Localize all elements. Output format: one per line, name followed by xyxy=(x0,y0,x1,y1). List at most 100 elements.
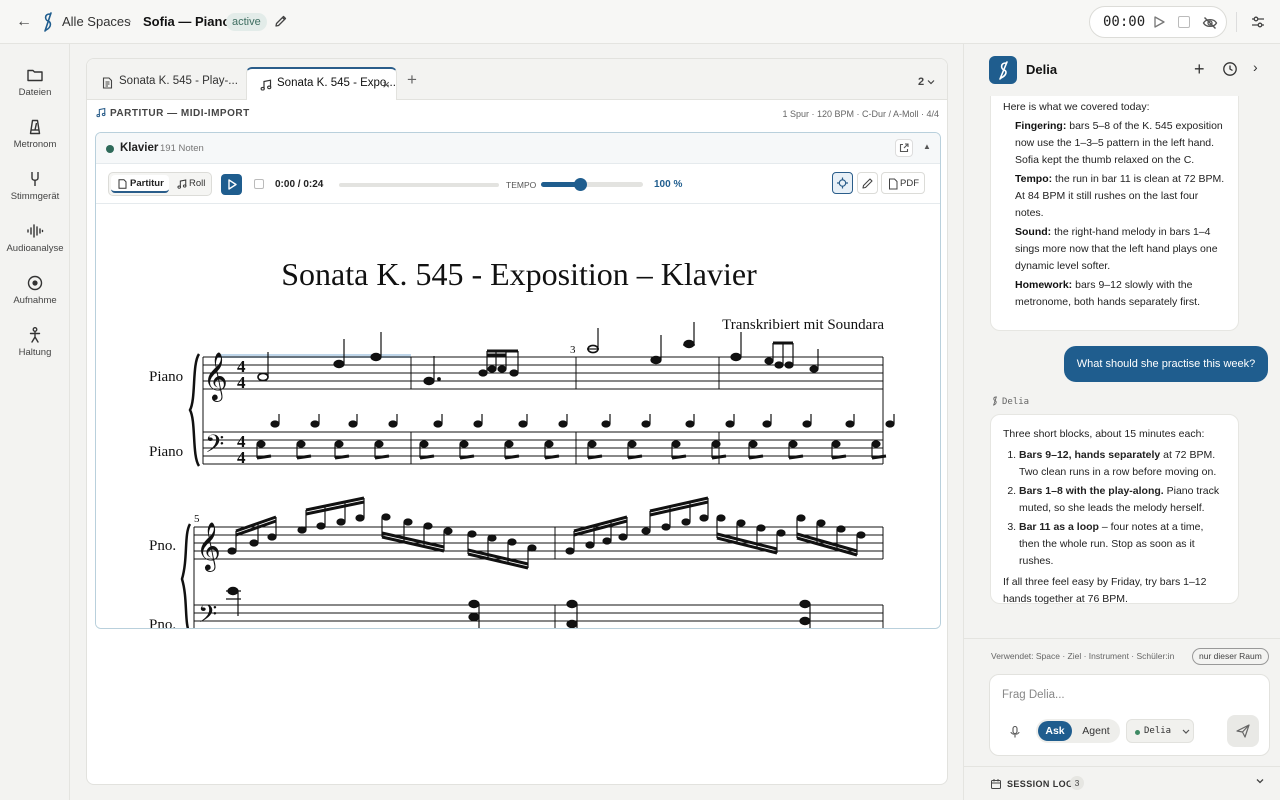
tempo-slider-handle[interactable] xyxy=(573,178,587,191)
send-icon xyxy=(1236,724,1250,738)
note-head xyxy=(487,534,497,542)
score-header: PARTITUR — MIDI-IMPORT xyxy=(96,107,250,119)
note-head xyxy=(699,514,709,522)
export-pdf-label: PDF xyxy=(900,178,919,189)
settings-sliders-icon[interactable] xyxy=(1249,13,1267,31)
note-head xyxy=(443,527,453,535)
folder-icon xyxy=(27,69,43,82)
note-head xyxy=(467,530,477,538)
summary-point: Homework: bars 9–12 slowly with the metr… xyxy=(1003,277,1226,311)
point-heading: Homework: xyxy=(1015,279,1073,291)
note-head xyxy=(348,420,358,428)
rail-item-files[interactable]: Dateien xyxy=(0,66,70,116)
note-head xyxy=(504,440,514,448)
play-button[interactable] xyxy=(221,174,242,195)
breadcrumb-spaces-link[interactable]: Alle Spaces xyxy=(62,14,131,29)
rail-item-posture[interactable]: Haltung xyxy=(0,326,70,376)
model-label: Delia xyxy=(1144,726,1172,736)
note-beam xyxy=(711,454,727,460)
note-head xyxy=(685,420,695,428)
mode-agent-button[interactable]: Agent xyxy=(1076,721,1116,741)
note-head xyxy=(671,440,681,448)
note-head xyxy=(601,420,611,428)
playback-scrubber[interactable] xyxy=(339,183,499,187)
point-heading: Sound: xyxy=(1015,226,1052,238)
practice-steps: Bars 9–12, hands separately at 72 BPM. T… xyxy=(1019,447,1226,570)
history-clock-icon[interactable] xyxy=(1222,61,1238,77)
note-head xyxy=(527,544,537,552)
note-head xyxy=(836,525,846,533)
note-beam xyxy=(296,454,312,460)
rail-item-audio-analysis[interactable]: Audioanalyse xyxy=(0,222,70,272)
microphone-icon[interactable] xyxy=(1008,725,1022,739)
note-head xyxy=(776,529,786,537)
chat-input[interactable] xyxy=(1002,685,1252,705)
rail-item-tuner[interactable]: Stimmgerät xyxy=(0,170,70,220)
collapse-panel-chevron-icon[interactable]: › xyxy=(1253,59,1258,75)
edit-pencil-icon[interactable] xyxy=(273,13,289,29)
tab-play-along[interactable]: Sonata K. 545 - Play-... xyxy=(89,67,239,100)
score-toolbar: Partitur Roll 0:00 / 0:24 TEMPO 100 % PD… xyxy=(106,171,932,199)
context-row: Verwendet: Space · Ziel · Instrument · S… xyxy=(964,638,1280,672)
assistant-message: Here is what we covered today: Fingering… xyxy=(990,96,1239,331)
speaker-name: Delia xyxy=(1002,397,1030,407)
note-head xyxy=(711,440,721,448)
tempo-label: TEMPO xyxy=(506,180,537,190)
note-head xyxy=(419,440,429,448)
breadcrumb-separator: › xyxy=(127,13,132,28)
note-head xyxy=(316,522,326,530)
note-head xyxy=(762,420,772,428)
annotate-button[interactable] xyxy=(857,172,878,194)
export-pdf-button[interactable]: PDF xyxy=(881,172,925,194)
rail-item-recording[interactable]: Aufnahme xyxy=(0,274,70,324)
tool-rail: Dateien Metronom Stimmgerät Audioanalyse… xyxy=(0,44,70,800)
tab-exposition[interactable]: Sonata K. 545 - Expo... × xyxy=(246,67,397,100)
scope-pill-button[interactable]: nur dieser Raum xyxy=(1192,648,1269,665)
note-beam xyxy=(504,454,520,460)
rail-item-metronome[interactable]: Metronom xyxy=(0,118,70,168)
session-log-bar[interactable]: SESSION LOG 3 xyxy=(964,766,1280,800)
add-tab-button[interactable]: + xyxy=(407,70,417,90)
sheet-music[interactable]: Sonata K. 545 - Exposition – Klavier Tra… xyxy=(96,203,940,629)
step-heading: Bars 9–12, hands separately xyxy=(1019,449,1161,461)
open-external-button[interactable] xyxy=(895,139,913,157)
session-log-count: 3 xyxy=(1070,776,1084,790)
user-message: What should she practise this week? xyxy=(1064,346,1268,382)
timer-stop-icon[interactable] xyxy=(1178,16,1190,28)
note-beam xyxy=(419,454,435,460)
rail-item-label: Metronom xyxy=(13,139,57,150)
note-head xyxy=(355,514,365,522)
tab-count-dropdown[interactable]: 2 xyxy=(918,76,935,88)
model-select[interactable]: Delia xyxy=(1126,719,1194,743)
timer-play-icon[interactable] xyxy=(1152,15,1166,29)
send-button[interactable] xyxy=(1227,715,1259,747)
back-arrow-icon[interactable]: ← xyxy=(14,12,34,32)
follow-cursor-button[interactable] xyxy=(832,172,853,194)
tab-count-label: 2 xyxy=(918,76,925,88)
playback-time: 0:00 / 0:24 xyxy=(275,179,324,190)
measure-number: 3 xyxy=(570,344,576,356)
bass-clef-icon: 𝄢 xyxy=(205,430,224,465)
close-tab-icon[interactable]: × xyxy=(382,77,390,92)
mode-ask-button[interactable]: Ask xyxy=(1038,721,1072,741)
tempo-slider[interactable] xyxy=(541,178,643,191)
message-intro: Here is what we covered today: xyxy=(1003,101,1150,113)
view-roll-button[interactable]: Roll xyxy=(173,175,213,193)
instrument-card-header[interactable]: Klavier 191 Noten ▲ xyxy=(96,133,940,164)
collapse-caret-icon[interactable]: ▲ xyxy=(923,142,931,151)
note-head xyxy=(736,519,746,527)
view-partitur-button[interactable]: Partitur xyxy=(111,175,169,193)
bass-clef-icon: 𝄢 xyxy=(198,600,217,629)
rail-item-label: Aufnahme xyxy=(13,295,57,306)
hide-eye-icon[interactable] xyxy=(1202,15,1218,31)
note-head xyxy=(845,420,855,428)
new-chat-plus-icon[interactable]: + xyxy=(1194,59,1205,80)
message-speaker: Delia xyxy=(991,396,1029,407)
note-beam xyxy=(788,454,804,460)
stop-button[interactable] xyxy=(254,179,264,189)
note-beam xyxy=(748,454,764,460)
calendar-icon xyxy=(991,779,1001,789)
tab-label: Sonata K. 545 - Expo... xyxy=(277,77,396,89)
measure-number: 5 xyxy=(194,513,200,525)
practice-step: Bar 11 as a loop – four notes at a time,… xyxy=(1019,519,1226,570)
